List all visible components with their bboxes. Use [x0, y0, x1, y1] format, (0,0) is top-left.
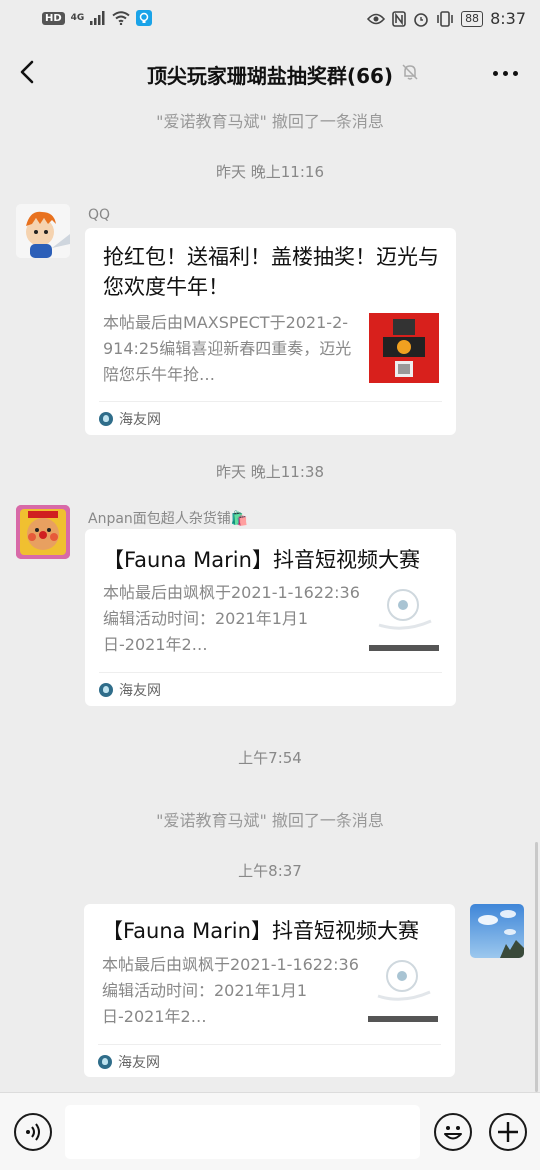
chat-scrollbar[interactable]: [535, 842, 538, 1092]
sender-name: Anpan面包超人杂货铺🛍️: [88, 511, 249, 527]
nfc-icon: [392, 10, 406, 27]
link-source: 海友网: [119, 683, 161, 699]
link-source: 海友网: [118, 1055, 160, 1071]
avatar[interactable]: [16, 505, 70, 559]
signal-icon: [90, 11, 105, 25]
voice-input-button[interactable]: [14, 1113, 52, 1151]
sender-name: QQ: [88, 207, 111, 223]
link-thumbnail: [369, 313, 439, 383]
alarm-icon: [414, 12, 428, 27]
link-card[interactable]: 【Fauna Marin】抖音短视频大赛 本帖最后由飒枫于2021-1-1622…: [84, 904, 455, 1077]
source-logo-icon: [99, 412, 113, 426]
link-source: 海友网: [119, 412, 161, 428]
my-avatar[interactable]: [470, 904, 524, 958]
plus-icon: [498, 1122, 518, 1142]
link-title: 【Fauna Marin】抖音短视频大赛: [103, 548, 420, 572]
timestamp: 昨天 晚上11:16: [216, 163, 324, 181]
emoji-button[interactable]: [434, 1113, 472, 1151]
vibrate-icon: [437, 10, 453, 27]
more-options-button[interactable]: [493, 71, 518, 76]
link-card[interactable]: 抢红包！送福利！盖楼抽奖！迈光与您欢度牛年！ 本帖最后由MAXSPECT于202…: [85, 228, 456, 435]
avatar[interactable]: [16, 204, 70, 258]
smiley-icon: [444, 1126, 462, 1140]
recall-notice: "爱诺教育马斌" 撤回了一条消息: [156, 112, 384, 131]
battery-level: 88: [461, 10, 484, 27]
link-title: 【Fauna Marin】抖音短视频大赛: [102, 919, 419, 943]
hd-indicator: HD: [42, 11, 65, 25]
timestamp: 昨天 晚上11:38: [216, 463, 324, 481]
timestamp: 上午8:37: [238, 862, 302, 880]
voice-icon: [26, 1123, 40, 1141]
link-description: 本帖最后由MAXSPECT于2021-2-914:25编辑喜迎新春四重奏，迈光陪…: [103, 313, 352, 384]
more-functions-button[interactable]: [489, 1113, 527, 1151]
source-logo-icon: [99, 683, 113, 697]
link-thumbnail: [368, 952, 438, 1022]
network-type: 4G: [70, 13, 85, 23]
chat-header: 顶尖玩家珊瑚盐抽奖群(66): [0, 40, 540, 106]
wifi-icon: [112, 11, 130, 25]
link-title: 抢红包！送福利！盖楼抽奖！迈光与您欢度牛年！: [103, 245, 439, 299]
source-logo-icon: [98, 1055, 112, 1069]
timestamp: 上午7:54: [238, 749, 302, 767]
eye-icon: [367, 13, 386, 24]
message-input[interactable]: [65, 1105, 420, 1159]
input-bar: [0, 1092, 540, 1170]
mute-bell-icon: [402, 64, 418, 80]
recall-notice: "爱诺教育马斌" 撤回了一条消息: [156, 811, 384, 830]
link-description: 本帖最后由飒枫于2021-1-1622:36编辑活动时间：2021年1月1日-2…: [102, 955, 359, 1026]
link-description: 本帖最后由飒枫于2021-1-1622:36编辑活动时间：2021年1月1日-2…: [103, 583, 360, 654]
bulb-notification-icon: [136, 10, 153, 26]
status-bar: HD 4G 88 8:37: [0, 0, 540, 40]
chat-title: 顶尖玩家珊瑚盐抽奖群(66): [146, 64, 394, 88]
link-card[interactable]: 【Fauna Marin】抖音短视频大赛 本帖最后由飒枫于2021-1-1622…: [85, 529, 456, 706]
link-thumbnail: [369, 581, 439, 651]
clock: 8:37: [490, 9, 526, 28]
